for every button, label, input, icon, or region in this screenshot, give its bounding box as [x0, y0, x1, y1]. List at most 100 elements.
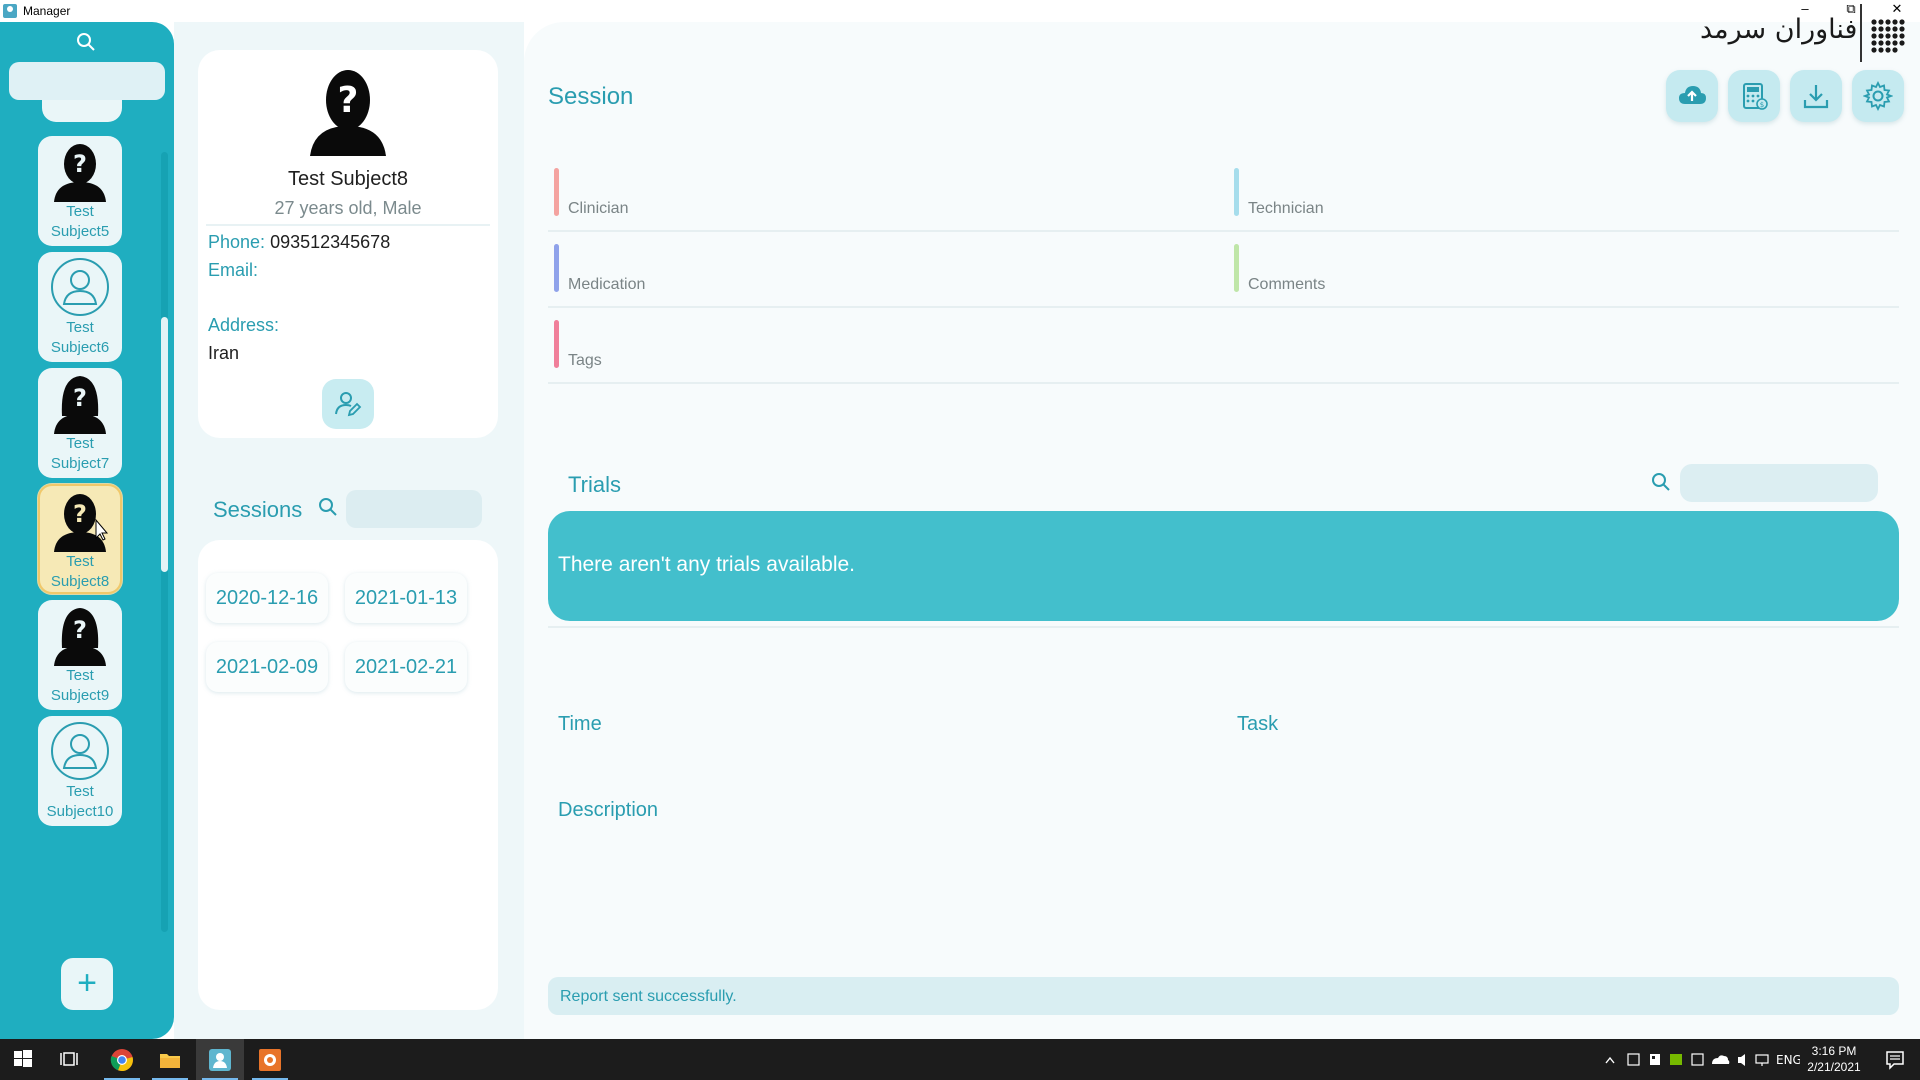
technician-label: Technician — [1248, 200, 1324, 217]
field-color-bar — [554, 320, 559, 368]
task-label: Task — [1237, 713, 1279, 735]
upload-button[interactable] — [1666, 70, 1718, 122]
session-date-chip[interactable]: 2020-12-16 — [206, 573, 328, 623]
system-tray: ENG — [1600, 1039, 1802, 1080]
session-title: Session — [548, 83, 634, 110]
svg-text:?: ? — [73, 500, 87, 528]
start-button[interactable] — [0, 1039, 48, 1080]
address-label: Address: — [208, 315, 280, 335]
divider — [548, 382, 1899, 384]
svg-text:$: $ — [1760, 101, 1764, 109]
profile-age-gender: 27 years old, Male — [274, 198, 422, 218]
settings-button[interactable] — [1852, 70, 1904, 122]
profile-card: ? Test Subject8 27 years old, Male Phone… — [198, 50, 498, 438]
tags-label: Tags — [568, 352, 602, 369]
email-row: Email: — [208, 260, 258, 281]
taskbar: ENG 3:16 PM 2/21/2021 — [0, 1039, 1920, 1080]
language-indicator: ENG — [1776, 1053, 1800, 1067]
field-color-bar — [1234, 168, 1239, 216]
unknown-person-icon: ? — [54, 494, 109, 552]
status-message: Report sent successfully. — [548, 977, 1899, 1015]
phone-value: 093512345678 — [270, 232, 391, 252]
unknown-person-icon: ? — [54, 144, 106, 202]
trials-heading: Trials — [568, 472, 621, 497]
download-button[interactable] — [1790, 70, 1842, 122]
subject-card[interactable]: Test Subject10 — [38, 716, 122, 826]
minimize-button[interactable]: – — [1782, 0, 1828, 22]
divider — [206, 224, 490, 226]
trials-empty-message: There aren't any trials available. — [548, 511, 1899, 621]
subject-card[interactable]: ? Test Subject9 — [38, 600, 122, 710]
subject-name: Test — [66, 203, 94, 220]
settings-icon — [1863, 81, 1893, 111]
medication-field[interactable]: Medication — [554, 238, 1214, 298]
clock[interactable]: 3:16 PM 2/21/2021 — [1802, 1043, 1866, 1075]
taskbar-file-explorer[interactable] — [146, 1039, 194, 1080]
subject-name: Test — [66, 435, 94, 452]
subject-card[interactable]: Test Subject6 — [38, 252, 122, 362]
add-subject-button[interactable]: + — [61, 958, 113, 1010]
close-button[interactable]: ✕ — [1874, 0, 1920, 22]
field-color-bar — [1234, 244, 1239, 292]
search-icon[interactable] — [1651, 472, 1671, 497]
chrome-icon — [110, 1049, 133, 1072]
task-view-icon — [60, 1052, 78, 1066]
tags-field[interactable]: Tags — [554, 314, 1899, 374]
technician-field[interactable]: Technician — [1234, 162, 1899, 222]
cloud-upload-icon — [1679, 86, 1706, 104]
subject-card[interactable]: ? Test Subject7 — [38, 368, 122, 478]
subject-name: Test — [66, 319, 94, 336]
user-icon — [51, 722, 109, 780]
sessions-search-input[interactable] — [346, 490, 482, 528]
sessions-list: 2020-12-16 2021-01-13 2021-02-09 2021-02… — [198, 540, 498, 1010]
window-controls: – ⧉ ✕ — [1782, 0, 1920, 22]
clock-date: 2/21/2021 — [1807, 1060, 1861, 1074]
trials-search-input[interactable] — [1680, 464, 1878, 502]
clinician-field[interactable]: Clinician — [554, 162, 1214, 222]
comments-field[interactable]: Comments — [1234, 238, 1899, 298]
title-bar: Manager — [0, 0, 1920, 22]
session-date-chip[interactable]: 2021-02-09 — [206, 642, 328, 692]
divider — [548, 626, 1899, 628]
phone-row: Phone: 093512345678 — [208, 232, 390, 253]
edit-subject-button[interactable] — [322, 379, 374, 429]
subject-name: Subject9 — [50, 687, 110, 704]
subject-name: Test — [66, 783, 94, 800]
subject-list: ? Test Subject5 Test Subject6 ? Test Sub… — [36, 100, 158, 920]
search-icon[interactable] — [76, 32, 96, 57]
unknown-person-icon: ? — [310, 70, 386, 156]
svg-text:?: ? — [73, 384, 87, 412]
session-date-chip[interactable]: 2021-02-21 — [345, 642, 467, 692]
profile-name: Test Subject8 — [287, 168, 409, 190]
taskbar-manager-app[interactable] — [196, 1039, 244, 1080]
window-title: Manager — [23, 4, 71, 18]
subject-card[interactable]: ? Test Subject5 — [38, 136, 122, 246]
search-icon[interactable] — [318, 497, 338, 522]
sessions-heading: Sessions — [213, 497, 303, 522]
recorder-app-icon — [259, 1049, 281, 1071]
user-icon — [51, 258, 109, 316]
subject-name: Subject6 — [50, 339, 110, 356]
notification-icon — [1886, 1051, 1904, 1070]
task-view-button[interactable] — [48, 1039, 96, 1080]
time-label: Time — [558, 713, 602, 735]
subject-card-partial[interactable] — [42, 100, 122, 122]
subject-name: Test — [66, 553, 94, 570]
download-icon — [1803, 85, 1829, 109]
windows-icon — [14, 1050, 32, 1067]
notifications-button[interactable] — [1872, 1039, 1920, 1080]
manager-app-icon — [209, 1049, 231, 1071]
clock-time: 3:16 PM — [1811, 1044, 1857, 1058]
subject-name: Subject7 — [50, 455, 110, 472]
field-color-bar — [554, 244, 559, 292]
restore-button[interactable]: ⧉ — [1828, 0, 1874, 22]
subject-search-input[interactable] — [9, 62, 165, 100]
sidebar-scroll-thumb[interactable] — [161, 317, 168, 572]
session-date-chip[interactable]: 2021-01-13 — [345, 573, 467, 623]
subject-card-selected[interactable]: ? Test Subject8 — [38, 484, 122, 594]
taskbar-recorder-app[interactable] — [246, 1039, 294, 1080]
taskbar-chrome[interactable] — [98, 1039, 146, 1080]
svg-text:?: ? — [73, 150, 87, 178]
app-icon — [3, 4, 17, 18]
calculator-button[interactable]: $ — [1728, 70, 1780, 122]
